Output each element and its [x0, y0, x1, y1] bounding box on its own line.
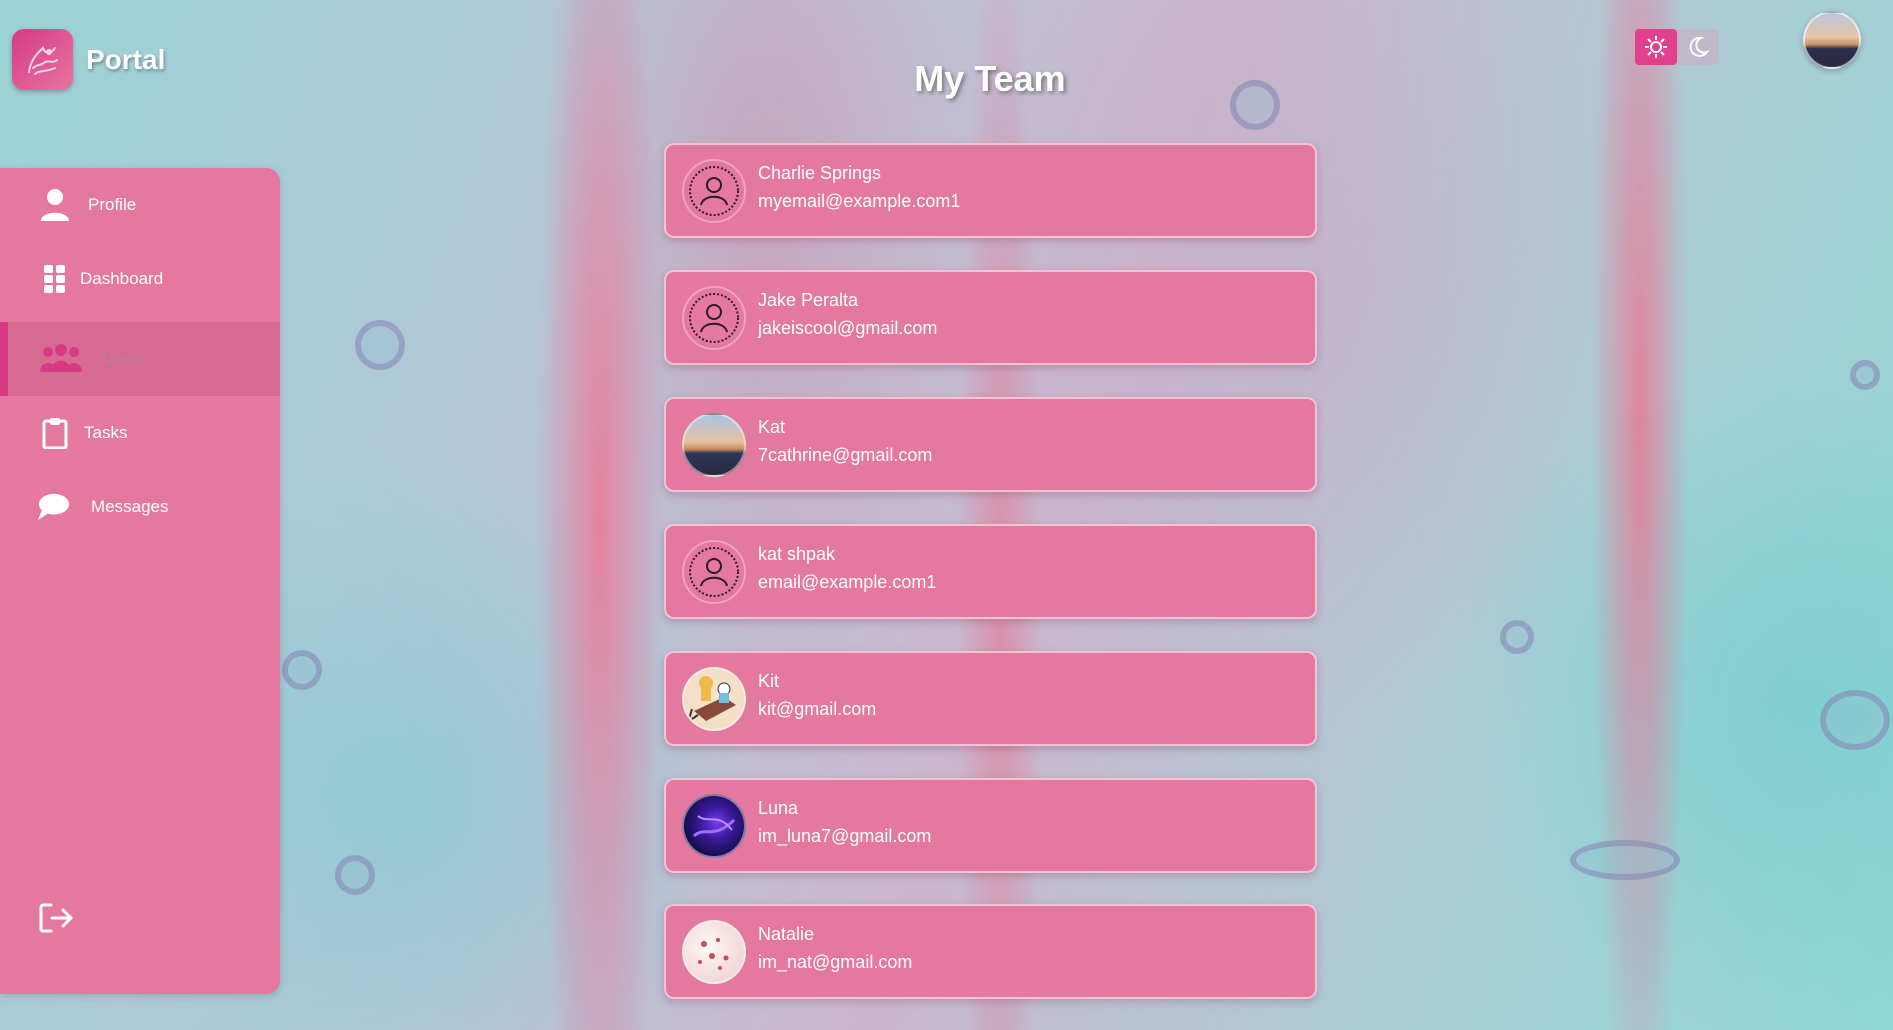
- user-icon: [38, 188, 72, 222]
- background-bubble: [1500, 620, 1534, 654]
- brand-name: Portal: [86, 43, 166, 75]
- theme-toggle[interactable]: [1635, 29, 1721, 65]
- member-name: Kat: [758, 417, 786, 437]
- default-avatar-icon: [682, 540, 746, 604]
- page-title: My Team: [914, 58, 1066, 99]
- moon-icon: [1689, 36, 1710, 57]
- sidebar-item-label: Profile: [88, 195, 137, 214]
- logout-icon: [39, 903, 73, 933]
- sidebar-item-team[interactable]: Team: [0, 322, 280, 396]
- background-bubble: [355, 320, 405, 370]
- member-name: Kit: [758, 671, 780, 691]
- default-avatar-icon: [682, 159, 746, 223]
- team-member-card[interactable]: Jake Peralta jakeiscool@gmail.com: [664, 270, 1317, 365]
- avatar: [682, 920, 746, 984]
- member-email: kit@gmail.com: [758, 699, 877, 719]
- user-avatar[interactable]: [1803, 11, 1861, 69]
- sidebar-item-tasks[interactable]: Tasks: [0, 396, 280, 470]
- background-bubble: [282, 650, 322, 690]
- team-member-card[interactable]: Kat 7cathrine@gmail.com: [664, 397, 1317, 492]
- avatar: [682, 794, 746, 858]
- background-bubble: [1820, 690, 1890, 750]
- sidebar-item-messages[interactable]: Messages: [0, 470, 280, 544]
- background-bubble: [1850, 360, 1880, 390]
- team-member-card[interactable]: Kit kit@gmail.com: [664, 651, 1317, 746]
- sidebar-item-label: Team: [100, 349, 142, 368]
- sidebar: Profile Dashboard Team Tasks Messages: [0, 168, 280, 994]
- team-member-card[interactable]: Charlie Springs myemail@example.com1: [664, 143, 1317, 238]
- background-bubble: [335, 855, 375, 895]
- sun-icon: [1645, 36, 1667, 58]
- light-mode-button[interactable]: [1635, 29, 1677, 65]
- member-email: im_luna7@gmail.com: [758, 826, 932, 846]
- sidebar-item-dashboard[interactable]: Dashboard: [0, 242, 280, 316]
- avatar: [682, 413, 746, 477]
- clipboard-icon: [38, 416, 72, 450]
- member-email: myemail@example.com1: [758, 191, 961, 211]
- member-name: Luna: [758, 798, 799, 818]
- avatar: [682, 667, 746, 731]
- background-bubble: [1570, 840, 1680, 880]
- member-name: Natalie: [758, 924, 815, 944]
- team-icon: [38, 342, 84, 376]
- member-name: kat shpak: [758, 544, 836, 564]
- member-name: Charlie Springs: [758, 163, 882, 183]
- member-email: jakeiscool@gmail.com: [758, 318, 938, 338]
- sidebar-item-label: Tasks: [84, 423, 128, 442]
- member-name: Jake Peralta: [758, 290, 859, 310]
- team-member-card[interactable]: Luna im_luna7@gmail.com: [664, 778, 1317, 873]
- dark-mode-button[interactable]: [1677, 29, 1719, 65]
- team-member-card[interactable]: kat shpak email@example.com1: [664, 524, 1317, 619]
- brand[interactable]: Portal: [12, 29, 165, 90]
- logout-button[interactable]: [38, 901, 74, 937]
- logo-icon: [12, 29, 73, 90]
- member-email: email@example.com1: [758, 572, 937, 592]
- team-member-card[interactable]: Natalie im_nat@gmail.com: [664, 904, 1317, 999]
- chat-bubble-icon: [36, 490, 70, 524]
- sidebar-item-label: Messages: [91, 497, 169, 516]
- member-email: im_nat@gmail.com: [758, 952, 913, 972]
- grid-icon: [38, 262, 72, 296]
- default-avatar-icon: [682, 286, 746, 350]
- sidebar-item-label: Dashboard: [80, 269, 164, 288]
- sidebar-item-profile[interactable]: Profile: [0, 168, 280, 242]
- member-email: 7cathrine@gmail.com: [758, 445, 933, 465]
